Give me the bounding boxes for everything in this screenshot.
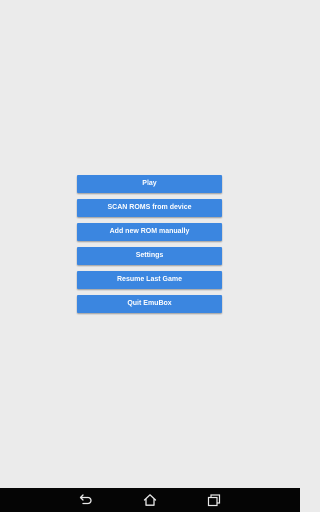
navigation-bar <box>0 488 300 512</box>
main-menu: Play SCAN ROMS from device Add new ROM m… <box>77 175 222 319</box>
back-icon[interactable] <box>79 493 93 507</box>
resume-last-game-button[interactable]: Resume Last Game <box>77 271 222 289</box>
settings-button[interactable]: Settings <box>77 247 222 265</box>
recent-apps-icon[interactable] <box>207 493 221 507</box>
play-button[interactable]: Play <box>77 175 222 193</box>
add-rom-button[interactable]: Add new ROM manually <box>77 223 222 241</box>
main-content: Play SCAN ROMS from device Add new ROM m… <box>0 0 300 488</box>
screen: Play SCAN ROMS from device Add new ROM m… <box>0 0 300 512</box>
quit-button[interactable]: Quit EmuBox <box>77 295 222 313</box>
scan-roms-button[interactable]: SCAN ROMS from device <box>77 199 222 217</box>
home-icon[interactable] <box>143 493 157 507</box>
